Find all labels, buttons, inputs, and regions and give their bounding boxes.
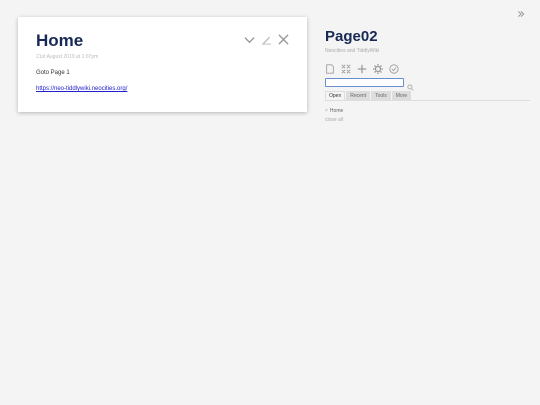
check-icon[interactable] (389, 61, 401, 74)
tab-open[interactable]: Open (325, 90, 346, 100)
close-icon[interactable] (278, 32, 289, 45)
site-title: Page02 (325, 28, 378, 45)
sidebar-tabs: Open Recent Tools More (325, 90, 530, 101)
tiddler-home: Home 21st August 2019 at 1:07pm Goto Pag… (18, 17, 307, 112)
tiddler-controls (244, 32, 289, 45)
chevron-down-icon[interactable] (244, 32, 255, 44)
story-river: Home 21st August 2019 at 1:07pm Goto Pag… (18, 17, 307, 112)
close-all-icon[interactable] (341, 61, 353, 73)
search-icon[interactable] (407, 78, 415, 91)
close-icon[interactable]: × (325, 108, 328, 114)
tiddler-text: Goto Page 1 (36, 70, 70, 77)
page-controls (325, 61, 535, 74)
tiddler-body: Goto Page 1 https://neo-tiddlywiki.neoci… (36, 70, 289, 92)
external-link[interactable]: https://neo-tiddlywiki.neocities.org/ (36, 86, 127, 92)
new-tiddler-icon[interactable] (325, 61, 337, 74)
open-item-label[interactable]: Home (330, 108, 343, 114)
open-list: × Home close all (325, 108, 535, 123)
sidebar: Page02 Neocities and TiddlyWiki Open Rec… (325, 28, 535, 123)
search-input[interactable] (325, 77, 404, 87)
plus-icon[interactable] (357, 61, 369, 73)
search-row (325, 77, 535, 91)
tab-recent[interactable]: Recent (346, 90, 371, 100)
open-item-home[interactable]: × Home (325, 108, 535, 114)
tab-tools[interactable]: Tools (371, 90, 391, 100)
gear-icon[interactable] (373, 61, 385, 74)
tiddler-subtitle: 21st August 2019 at 1:07pm (36, 54, 99, 61)
tab-more[interactable]: More (391, 90, 412, 100)
close-all-button[interactable]: close all (325, 117, 535, 123)
double-chevron-right-icon[interactable] (517, 5, 525, 18)
edit-icon[interactable] (261, 32, 272, 45)
site-subtitle: Neocities and TiddlyWiki (325, 47, 380, 54)
